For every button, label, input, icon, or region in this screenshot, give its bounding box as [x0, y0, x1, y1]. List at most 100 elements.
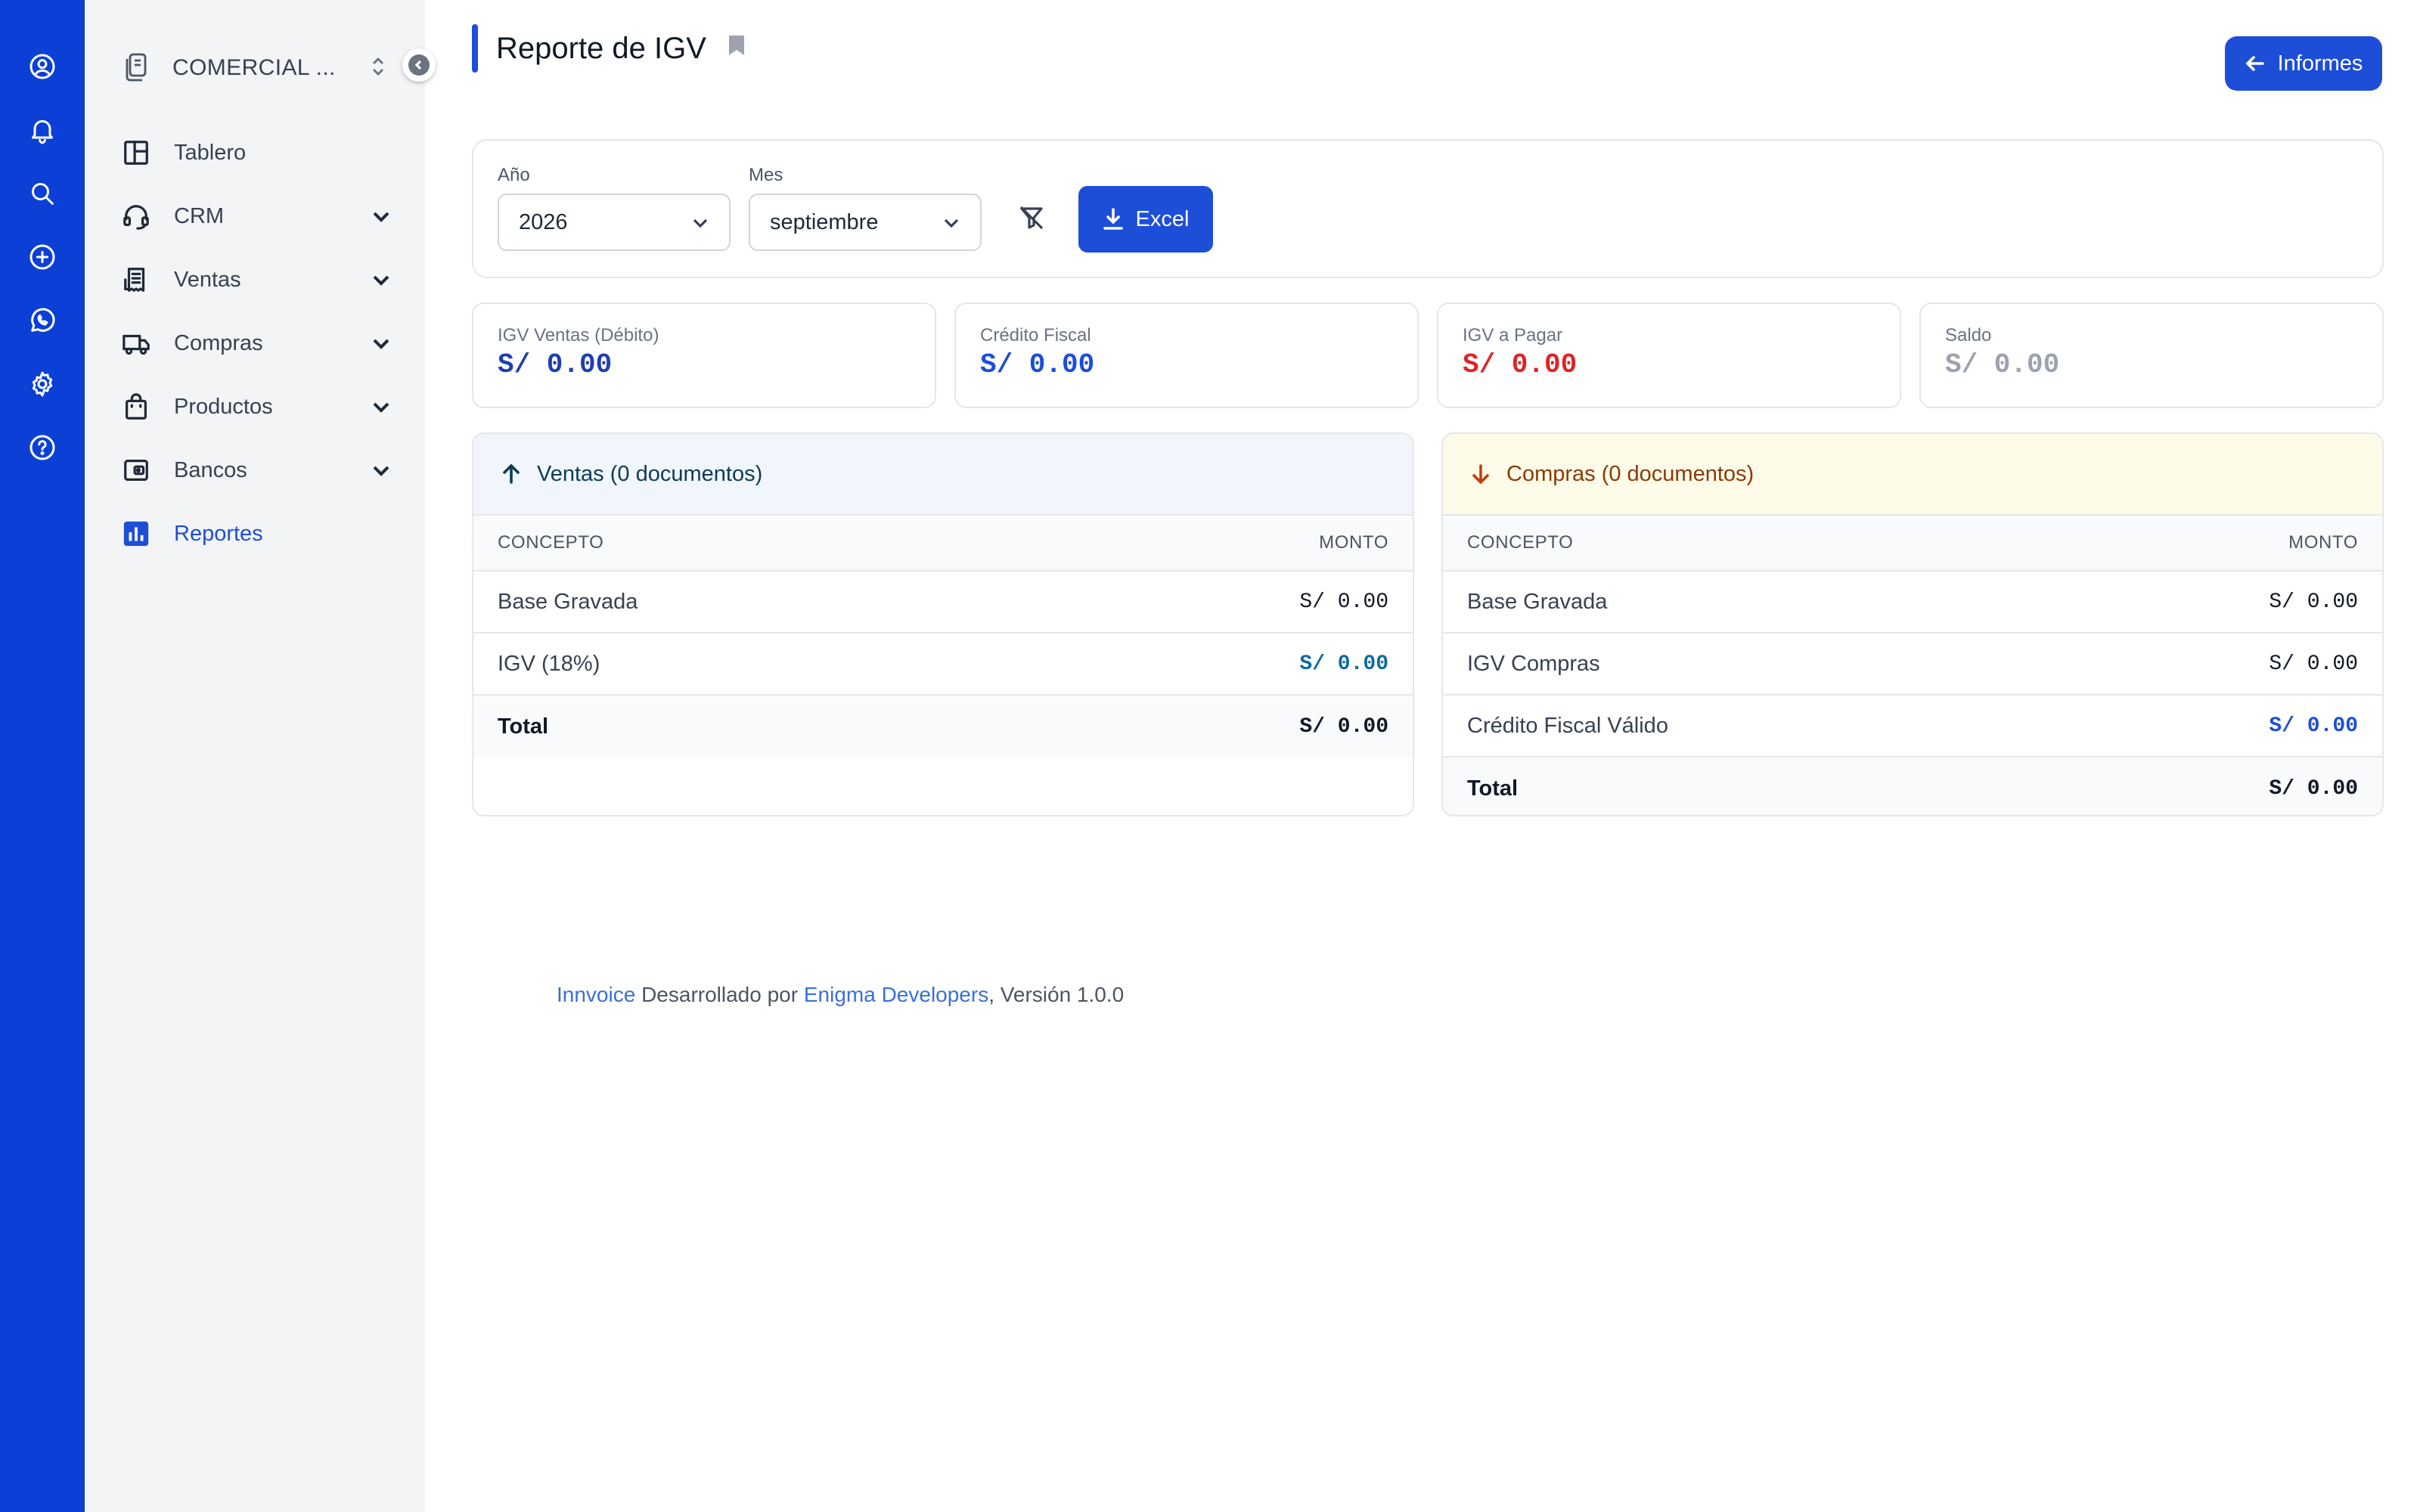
row-concept: IGV Compras — [1467, 651, 1600, 676]
compras-table-header: CONCEPTO MONTO — [1443, 516, 2382, 572]
sidebar-item-productos[interactable]: Productos — [121, 375, 393, 438]
clear-filter-icon[interactable] — [1018, 204, 1045, 237]
column-header-monto: MONTO — [2288, 532, 2358, 553]
sidebar-item-label: Tablero — [174, 140, 247, 165]
table-row: Base Gravada S/ 0.00 — [473, 572, 1413, 634]
footer-company-link[interactable]: Enigma Developers — [804, 983, 988, 1006]
year-value: 2026 — [519, 209, 568, 234]
filters-panel: Año 2026 Mes septiembre Excel — [472, 139, 2384, 278]
ventas-table-header: CONCEPTO MONTO — [473, 516, 1413, 572]
footer-text: Desarrollado por — [635, 983, 804, 1006]
total-label: Total — [1467, 776, 1519, 801]
column-header-monto: MONTO — [1319, 532, 1388, 553]
row-concept: IGV (18%) — [498, 651, 600, 676]
row-amount: S/ 0.00 — [1299, 590, 1388, 614]
icon-rail — [0, 0, 85, 1512]
table-row: IGV Compras S/ 0.00 — [1443, 634, 2382, 696]
total-amount: S/ 0.00 — [2269, 776, 2358, 801]
table-row: Crédito Fiscal Válido S/ 0.00 — [1443, 696, 2382, 758]
summary-cards: IGV Ventas (Débito) S/ 0.00 Crédito Fisc… — [472, 302, 2384, 408]
table-row: IGV (18%) S/ 0.00 — [473, 634, 1413, 696]
compras-panel-header: Compras (0 documentos) — [1443, 434, 2382, 516]
footer-brand-link[interactable]: Innvoice — [557, 983, 635, 1006]
chevron-up-down-icon — [371, 54, 386, 85]
year-select[interactable]: 2026 — [498, 194, 731, 251]
card-label: Saldo — [1945, 325, 1992, 345]
sidebar-item-crm[interactable]: CRM — [121, 184, 393, 248]
row-amount: S/ 0.00 — [2269, 590, 2358, 614]
sidebar-item-label: Bancos — [174, 457, 247, 482]
download-icon — [1103, 208, 1124, 231]
card-label: IGV Ventas (Débito) — [498, 325, 659, 345]
sidebar-item-label: Productos — [174, 394, 273, 419]
sidebar-item-compras[interactable]: Compras — [121, 311, 393, 375]
documents-icon — [121, 51, 151, 85]
card-value: S/ 0.00 — [498, 349, 613, 380]
footer: Innvoice Desarrollado por Enigma Develop… — [557, 983, 1124, 1007]
ventas-panel-header: Ventas (0 documentos) — [473, 434, 1413, 516]
company-switcher[interactable]: COMERCIAL ... — [121, 45, 393, 91]
bell-icon[interactable] — [24, 112, 60, 148]
whatsapp-icon[interactable] — [24, 302, 60, 339]
chevron-down-icon — [369, 268, 393, 298]
help-circle-icon[interactable] — [24, 429, 60, 466]
sidebar-item-label: Compras — [174, 330, 263, 355]
page-title: Reporte de IGV — [496, 31, 706, 65]
plus-circle-icon[interactable] — [24, 239, 60, 275]
row-concept: Base Gravada — [1467, 589, 1608, 614]
month-select[interactable]: septiembre — [749, 194, 982, 251]
row-amount: S/ 0.00 — [2269, 652, 2358, 676]
main-content: Reporte de IGV Informes Año 2026 Mes sep… — [425, 0, 2420, 1512]
sidebar-item-label: Ventas — [174, 267, 241, 292]
card-label: Crédito Fiscal — [980, 325, 1091, 345]
chevron-down-icon — [369, 331, 393, 361]
bag-icon — [121, 392, 151, 422]
arrow-up-icon — [501, 463, 522, 485]
compras-panel: Compras (0 documentos) CONCEPTO MONTO Ba… — [1441, 432, 2384, 816]
headset-icon — [121, 201, 151, 231]
chevron-down-icon — [690, 212, 711, 239]
page-header: Reporte de IGV — [472, 24, 746, 73]
sidebar-item-ventas[interactable]: Ventas — [121, 248, 393, 311]
row-concept: Crédito Fiscal Válido — [1467, 713, 1668, 738]
chart-icon — [121, 519, 151, 549]
summary-card-credito-fiscal: Crédito Fiscal S/ 0.00 — [954, 302, 1419, 408]
card-value: S/ 0.00 — [1463, 349, 1578, 380]
excel-button-label: Excel — [1135, 206, 1190, 231]
informes-button[interactable]: Informes — [2225, 36, 2382, 91]
table-row-total: Total S/ 0.00 — [1443, 758, 2382, 815]
arrow-left-icon — [2245, 53, 2266, 74]
row-concept: Base Gravada — [498, 589, 638, 614]
column-header-concepto: CONCEPTO — [1467, 532, 1574, 553]
wallet-icon — [121, 455, 151, 485]
total-label: Total — [498, 714, 549, 739]
chevron-down-icon — [941, 212, 962, 239]
bookmark-icon[interactable] — [728, 34, 746, 63]
layout-icon — [121, 138, 151, 168]
excel-button[interactable]: Excel — [1078, 186, 1213, 253]
company-name: COMERCIAL ... — [172, 55, 336, 80]
table-row-total: Total S/ 0.00 — [473, 696, 1413, 758]
card-value: S/ 0.00 — [980, 349, 1095, 380]
receipt-icon — [121, 265, 151, 295]
chevron-down-icon — [369, 395, 393, 425]
user-circle-icon[interactable] — [24, 48, 60, 85]
card-label: IGV a Pagar — [1463, 325, 1563, 345]
total-amount: S/ 0.00 — [1299, 714, 1388, 739]
sidebar-item-bancos[interactable]: Bancos — [121, 438, 393, 502]
ventas-panel: Ventas (0 documentos) CONCEPTO MONTO Bas… — [472, 432, 1414, 816]
summary-card-saldo: Saldo S/ 0.00 — [1919, 302, 2384, 408]
card-value: S/ 0.00 — [1945, 349, 2060, 380]
arrow-down-icon — [1470, 463, 1491, 485]
search-icon[interactable] — [24, 175, 60, 212]
chevron-down-icon — [369, 204, 393, 234]
month-label: Mes — [749, 165, 783, 185]
ventas-panel-title: Ventas (0 documentos) — [537, 461, 763, 486]
truck-icon — [121, 328, 151, 358]
sidebar-item-tablero[interactable]: Tablero — [121, 121, 393, 184]
title-accent-bar — [472, 24, 478, 73]
sidebar-item-reportes[interactable]: Reportes — [121, 502, 393, 565]
row-amount: S/ 0.00 — [1299, 652, 1388, 676]
gear-icon[interactable] — [24, 366, 60, 402]
sidebar-nav: Tablero CRM Ventas Compras Productos Ban… — [121, 121, 393, 565]
